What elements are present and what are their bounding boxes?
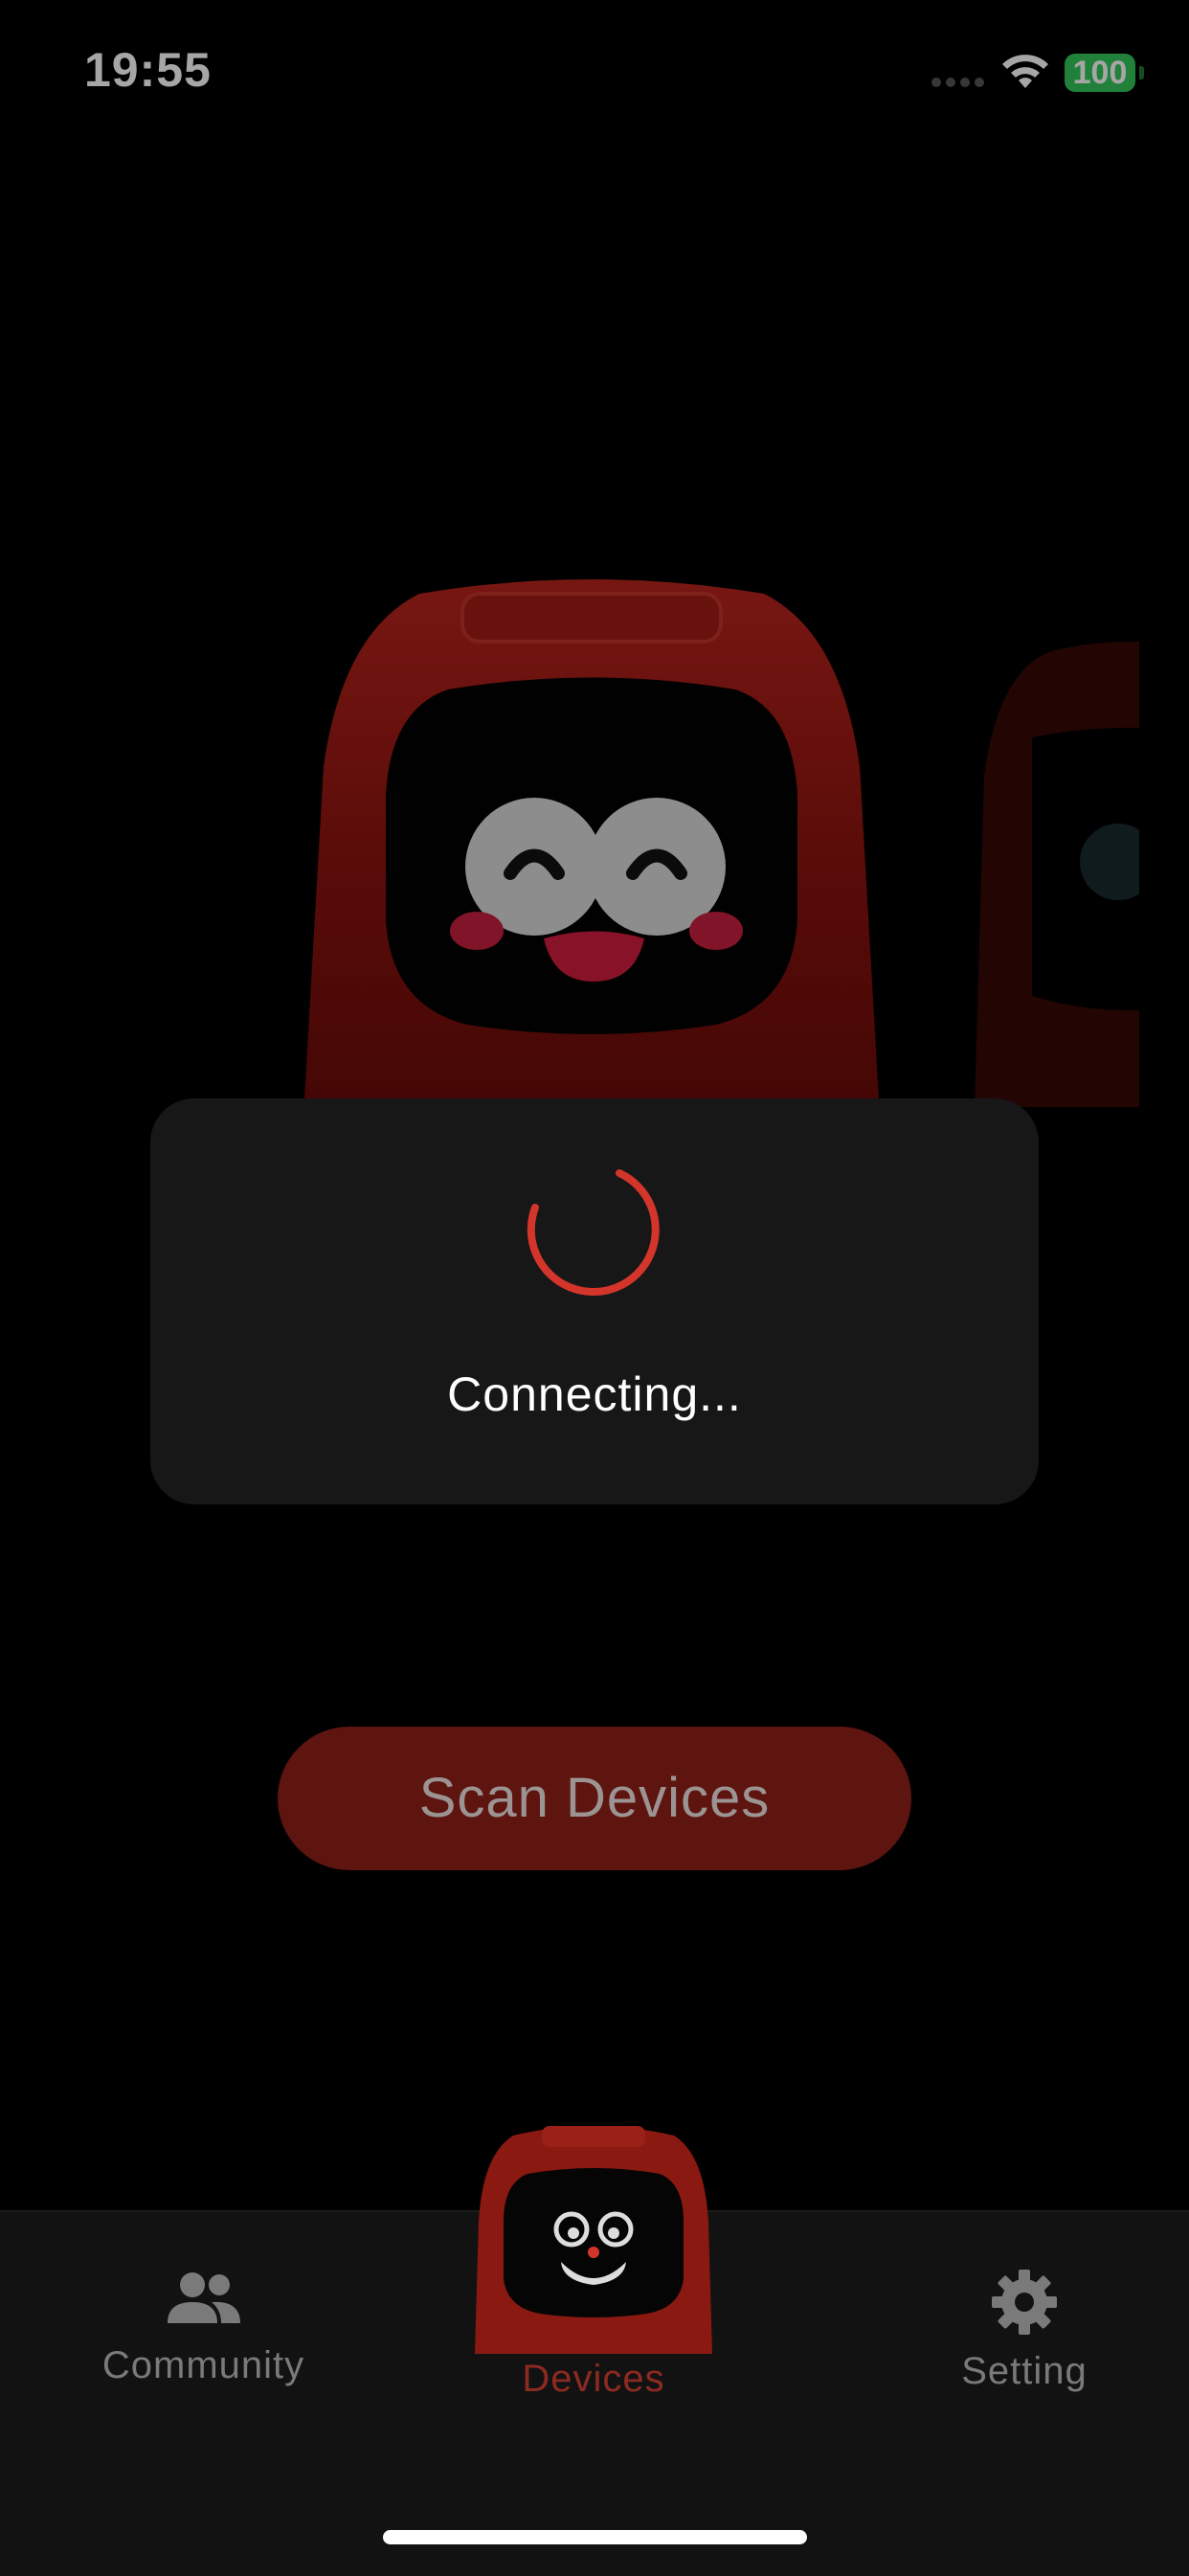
next-robot-preview[interactable] — [975, 632, 1139, 1107]
tab-devices-label: Devices — [522, 2358, 665, 2400]
tab-community[interactable]: Community — [86, 2270, 321, 2387]
tab-community-label: Community — [101, 2344, 305, 2386]
tab-devices[interactable]: Devices — [450, 2116, 737, 2401]
robot-device-image[interactable] — [304, 575, 879, 1099]
gear-icon — [992, 2270, 1057, 2335]
battery-tip — [1139, 66, 1144, 79]
scan-devices-button[interactable]: Scan Devices — [278, 1727, 911, 1870]
cellular-signal-icon — [931, 78, 984, 87]
community-icon — [167, 2272, 240, 2323]
loading-spinner-icon — [527, 1169, 660, 1297]
status-bar: 19:55 100 — [0, 0, 1189, 144]
connecting-text: Connecting... — [447, 1367, 742, 1421]
wifi-icon — [1002, 55, 1048, 88]
robot-icon — [475, 2126, 712, 2354]
tab-setting-label: Setting — [961, 2350, 1088, 2392]
tab-setting[interactable]: Setting — [919, 2270, 1130, 2393]
connecting-dialog: Connecting... — [150, 1098, 1039, 1504]
battery-indicator: 100 — [1065, 54, 1135, 92]
status-time: 19:55 — [84, 43, 212, 97]
robot-preview-icon — [975, 642, 1139, 1107]
home-indicator[interactable] — [383, 2530, 807, 2544]
